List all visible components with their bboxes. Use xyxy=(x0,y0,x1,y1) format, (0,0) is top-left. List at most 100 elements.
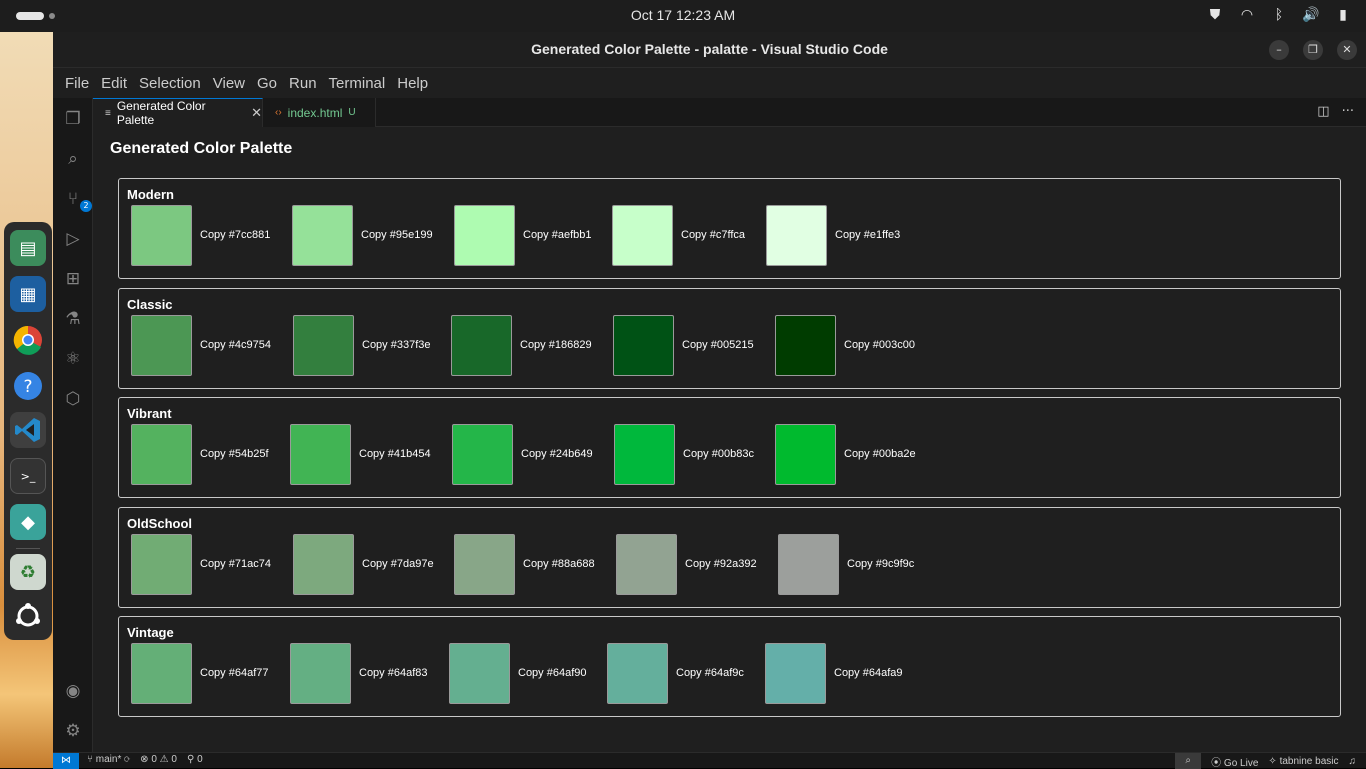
remote-explorer-icon[interactable]: ⬡ xyxy=(61,387,85,411)
extensions-icon[interactable]: ⊞ xyxy=(61,267,85,291)
copy-color-button[interactable]: Copy #337f3e xyxy=(362,339,431,351)
tab-generated-color-palette[interactable]: ≡ Generated Color Palette ✕ xyxy=(93,98,263,127)
shield-icon[interactable]: ⛊ xyxy=(1206,6,1224,24)
copy-color-button[interactable]: Copy #003c00 xyxy=(844,339,915,351)
color-swatch xyxy=(131,534,192,595)
palette-group-vibrant: Vibrant Copy #54b25f Copy #41b454 Copy #24b… xyxy=(118,397,1341,498)
bluetooth-icon[interactable]: ᛒ xyxy=(1270,6,1288,24)
copy-color-button[interactable]: Copy #64af77 xyxy=(200,667,269,679)
copy-color-button[interactable]: Copy #4c9754 xyxy=(200,339,271,351)
status-bar: ⋈ ⑂ main* ⟳ ⊗ 0 ⚠ 0 ⚲ 0 ⌕ ⦿ Go Live ✧ ta… xyxy=(53,752,1366,769)
copy-color-button[interactable]: Copy #7cc881 xyxy=(200,229,270,241)
menu-edit[interactable]: Edit xyxy=(95,75,133,92)
copy-color-button[interactable]: Copy #005215 xyxy=(682,339,754,351)
tab-label: index.html xyxy=(287,105,343,120)
color-swatch xyxy=(607,643,668,704)
copy-color-button[interactable]: Copy #92a392 xyxy=(685,558,757,570)
activity-bar: ❐ ⌕ ⑂ 2 ▷ ⊞ ⚗ ⚛ ⬡ ◉ ⚙ xyxy=(53,98,93,752)
copy-color-button[interactable]: Copy #c7ffca xyxy=(681,229,745,241)
copy-color-button[interactable]: Copy #00b83c xyxy=(683,448,754,460)
untracked-indicator: U xyxy=(348,107,356,118)
html-file-icon: ‹› xyxy=(275,107,282,118)
wifi-icon[interactable]: ◠ xyxy=(1238,6,1256,24)
close-tab-icon[interactable]: ✕ xyxy=(251,105,262,121)
settings-gear-icon[interactable]: ⚙ xyxy=(61,719,85,743)
status-right: ⌕ ⦿ Go Live ✧ tabnine basic ♫ xyxy=(1175,753,1356,769)
explorer-icon[interactable]: ❐ xyxy=(61,107,85,131)
copy-color-button[interactable]: Copy #00ba2e xyxy=(844,448,916,460)
copy-color-button[interactable]: Copy #64af83 xyxy=(359,667,428,679)
split-editor-icon[interactable]: ◫ xyxy=(1317,104,1329,119)
go-live-button[interactable]: ⦿ Go Live xyxy=(1211,754,1258,769)
copy-color-button[interactable]: Copy #64af9c xyxy=(676,667,744,679)
copy-color-button[interactable]: Copy #95e199 xyxy=(361,229,433,241)
system-tray[interactable]: ⛊ ◠ ᛒ 🔊 ▮ xyxy=(1206,6,1352,24)
title-bar: Generated Color Palette - palatte - Visu… xyxy=(53,32,1366,68)
copy-color-button[interactable]: Copy #7da97e xyxy=(362,558,434,570)
notifications-bell-icon[interactable]: ♫ xyxy=(1349,756,1357,767)
testing-icon[interactable]: ⚗ xyxy=(61,307,85,331)
trash-icon[interactable]: ♻ xyxy=(10,554,46,590)
color-swatch xyxy=(775,424,836,485)
search-icon[interactable]: ⌕ xyxy=(61,147,85,171)
copy-color-button[interactable]: Copy #e1ffe3 xyxy=(835,229,900,241)
help-icon[interactable]: ? xyxy=(10,368,46,404)
tabnine-status[interactable]: ✧ tabnine basic xyxy=(1268,756,1338,767)
more-actions-icon[interactable]: ··· xyxy=(1342,104,1354,119)
app-store-icon[interactable]: ◆ xyxy=(10,504,46,540)
vscode-window: Generated Color Palette - palatte - Visu… xyxy=(53,32,1366,769)
copy-color-button[interactable]: Copy #41b454 xyxy=(359,448,431,460)
dock: ▤ ▦ ? >_ ◆ ♻ xyxy=(4,222,52,640)
menu-help[interactable]: Help xyxy=(391,75,434,92)
ports-status[interactable]: ⚲ 0 xyxy=(187,754,203,765)
react-icon[interactable]: ⚛ xyxy=(61,347,85,371)
color-swatch xyxy=(765,643,826,704)
account-icon[interactable]: ◉ xyxy=(61,679,85,703)
color-swatch xyxy=(131,643,192,704)
battery-icon[interactable]: ▮ xyxy=(1334,6,1352,24)
copy-color-button[interactable]: Copy #24b649 xyxy=(521,448,593,460)
files-icon[interactable]: ▤ xyxy=(10,230,46,266)
menu-selection[interactable]: Selection xyxy=(133,75,207,92)
copy-color-button[interactable]: Copy #88a688 xyxy=(523,558,595,570)
branch-status[interactable]: ⑂ main* ⟳ xyxy=(87,754,130,765)
ubuntu-icon[interactable] xyxy=(10,598,46,634)
vscode-icon[interactable] xyxy=(10,412,46,448)
copy-color-button[interactable]: Copy #186829 xyxy=(520,339,592,351)
source-control-icon[interactable]: ⑂ 2 xyxy=(61,187,92,212)
chrome-icon[interactable] xyxy=(10,322,46,358)
maximize-button[interactable]: ❐ xyxy=(1303,40,1323,60)
color-swatch xyxy=(616,534,677,595)
copy-color-button[interactable]: Copy #64afa9 xyxy=(834,667,903,679)
menu-file[interactable]: File xyxy=(59,75,95,92)
run-debug-icon[interactable]: ▷ xyxy=(61,227,85,251)
branch-name: main* xyxy=(95,754,122,765)
document-viewer-icon[interactable]: ▦ xyxy=(10,276,46,312)
problems-status[interactable]: ⊗ 0 ⚠ 0 xyxy=(140,754,177,765)
page-title: Generated Color Palette xyxy=(110,140,293,157)
tab-index-html[interactable]: ‹› index.html U xyxy=(263,98,376,127)
copy-color-button[interactable]: Copy #aefbb1 xyxy=(523,229,592,241)
menu-terminal[interactable]: Terminal xyxy=(323,75,392,92)
minimize-button[interactable]: – xyxy=(1269,40,1289,60)
palette-group-name: Vintage xyxy=(127,625,174,640)
copy-color-button[interactable]: Copy #54b25f xyxy=(200,448,269,460)
volume-icon[interactable]: 🔊 xyxy=(1302,6,1320,24)
menu-run[interactable]: Run xyxy=(283,75,323,92)
copy-color-button[interactable]: Copy #64af90 xyxy=(518,667,587,679)
close-button[interactable]: ✕ xyxy=(1337,40,1357,60)
palette-group-name: Classic xyxy=(127,297,173,312)
color-swatch xyxy=(449,643,510,704)
terminal-icon[interactable]: >_ xyxy=(10,458,46,494)
menu-view[interactable]: View xyxy=(207,75,251,92)
menu-go[interactable]: Go xyxy=(251,75,283,92)
color-swatch xyxy=(293,315,354,376)
copy-color-button[interactable]: Copy #71ac74 xyxy=(200,558,271,570)
zoom-icon[interactable]: ⌕ xyxy=(1175,753,1202,769)
copy-color-button[interactable]: Copy #9c9f9c xyxy=(847,558,914,570)
source-control-badge: 2 xyxy=(80,200,92,212)
clock[interactable]: Oct 17 12:23 AM xyxy=(0,7,1366,23)
color-swatch xyxy=(614,424,675,485)
remote-indicator-icon[interactable]: ⋈ xyxy=(53,753,79,769)
palette-preview: Generated Color Palette Modern Copy #7cc8… xyxy=(93,127,1366,752)
